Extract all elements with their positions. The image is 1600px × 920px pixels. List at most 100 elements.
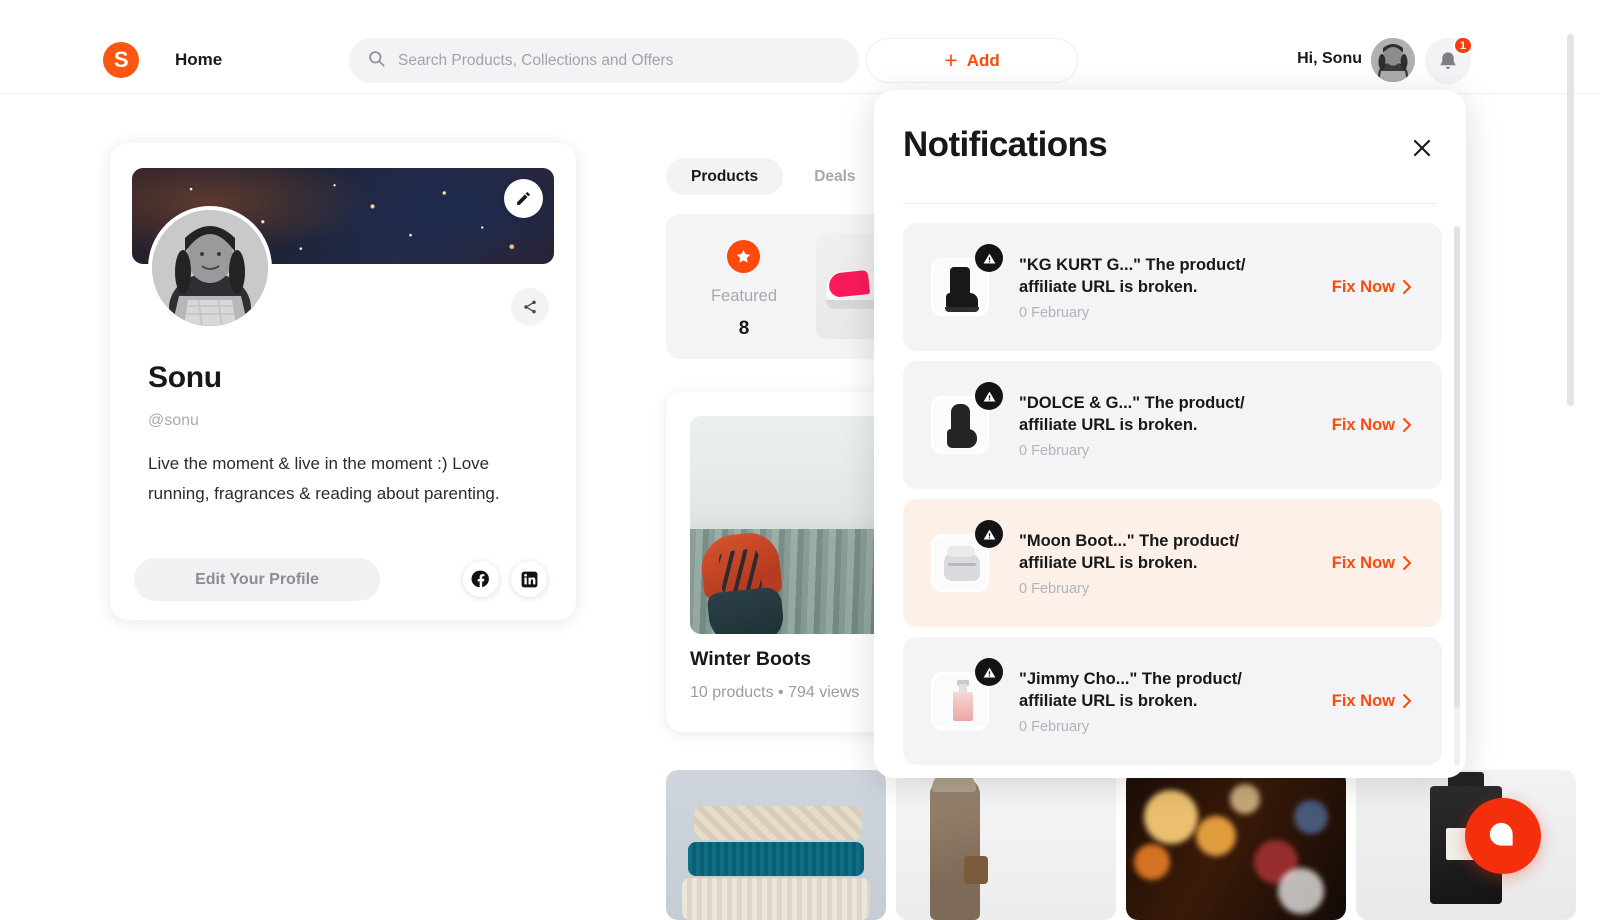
notification-message-line1: "Jimmy Cho..." The product/: [1019, 669, 1242, 688]
add-button[interactable]: + Add: [866, 38, 1078, 83]
notification-message-line2: affiliate URL is broken.: [1019, 415, 1198, 434]
notification-text: "Jimmy Cho..." The product/ affiliate UR…: [1019, 668, 1332, 735]
avatar[interactable]: [1371, 38, 1415, 82]
hiking-boot-left: [698, 530, 788, 634]
edit-profile-button[interactable]: Edit Your Profile: [134, 558, 380, 601]
search-input[interactable]: [398, 51, 841, 70]
linkedin-icon: [521, 571, 537, 587]
notification-item[interactable]: "Moon Boot..." The product/ affiliate UR…: [903, 499, 1442, 627]
warning-icon: [975, 658, 1003, 686]
user-greeting: Hi, Sonu: [1297, 50, 1362, 67]
notification-date: 0 February: [1019, 442, 1090, 459]
profile-name: Sonu: [148, 361, 222, 394]
share-icon: [524, 300, 536, 314]
fix-now-button[interactable]: Fix Now: [1332, 416, 1412, 435]
fix-now-button[interactable]: Fix Now: [1332, 278, 1412, 297]
notification-message-line1: "DOLCE & G..." The product/: [1019, 393, 1245, 412]
product-image-strip: [666, 770, 1586, 920]
warning-icon: [975, 520, 1003, 548]
app-root: S Home + Add Hi, Sonu: [0, 0, 1600, 920]
notification-message: "DOLCE & G..." The product/ affiliate UR…: [1019, 392, 1269, 436]
notification-item[interactable]: "Jimmy Cho..." The product/ affiliate UR…: [903, 637, 1442, 765]
search-icon: [367, 49, 386, 73]
warning-icon: [975, 382, 1003, 410]
collection-meta: 10 products • 794 views: [690, 684, 860, 701]
strip-item-knitted-sweaters[interactable]: [666, 770, 886, 920]
notification-thumb-wrapper: [931, 520, 1003, 592]
top-navigation-bar: S Home + Add Hi, Sonu: [0, 0, 1600, 94]
notification-message: "KG KURT G..." The product/ affiliate UR…: [1019, 254, 1269, 298]
strip-item-woman-in-coat[interactable]: [896, 770, 1116, 920]
profile-avatar-image: [152, 210, 268, 326]
notification-item[interactable]: "DOLCE & G..." The product/ affiliate UR…: [903, 361, 1442, 489]
profile-bio: Live the moment & live in the moment :) …: [148, 454, 500, 503]
linkedin-link[interactable]: [511, 561, 547, 597]
facebook-link[interactable]: [463, 561, 499, 597]
search-bar[interactable]: [349, 38, 859, 83]
notification-message-line1: "KG KURT G..." The product/: [1019, 255, 1246, 274]
facebook-icon: [471, 570, 489, 588]
notification-message-line1: "Moon Boot..." The product/: [1019, 531, 1240, 550]
star-icon: [727, 240, 760, 273]
content-tabs: Products Deals: [666, 158, 881, 195]
avatar-image: [1371, 38, 1415, 82]
notification-date: 0 February: [1019, 718, 1090, 735]
chat-bubble-icon: [1489, 822, 1513, 846]
notifications-scrollbar-thumb[interactable]: [1454, 226, 1460, 708]
app-logo-letter: S: [113, 47, 129, 72]
warning-triangle-glyph: [983, 667, 995, 677]
collection-title: Winter Boots: [690, 648, 812, 670]
notification-thumb-wrapper: [931, 658, 1003, 730]
notifications-panel: Notifications "KG KURT G..." The product…: [874, 90, 1466, 778]
star-glyph: [736, 249, 751, 263]
notifications-badge-count: 1: [1452, 36, 1473, 55]
notification-text: "DOLCE & G..." The product/ affiliate UR…: [1019, 392, 1332, 459]
notification-item[interactable]: "KG KURT G..." The product/ affiliate UR…: [903, 223, 1442, 351]
notification-message-line2: affiliate URL is broken.: [1019, 553, 1198, 572]
notification-date: 0 February: [1019, 580, 1090, 597]
profile-avatar[interactable]: [148, 206, 272, 330]
warning-triangle-glyph: [983, 529, 995, 539]
chevron-right-icon: [1403, 694, 1411, 708]
pencil-icon: [517, 192, 530, 205]
chevron-right-icon: [1403, 418, 1411, 432]
warning-icon: [975, 244, 1003, 272]
chat-support-button[interactable]: [1465, 798, 1541, 874]
chevron-right-icon: [1403, 280, 1411, 294]
warning-triangle-glyph: [983, 391, 995, 401]
share-profile-button[interactable]: [511, 288, 549, 326]
notifications-title: Notifications: [903, 125, 1108, 164]
notification-message-line2: affiliate URL is broken.: [1019, 691, 1198, 710]
notification-text: "Moon Boot..." The product/ affiliate UR…: [1019, 530, 1332, 597]
page-scrollbar-thumb[interactable]: [1567, 34, 1574, 406]
tab-products[interactable]: Products: [666, 158, 784, 195]
tab-deals[interactable]: Deals: [789, 158, 880, 195]
profile-handle: @sonu: [148, 412, 199, 429]
notification-message: "Jimmy Cho..." The product/ affiliate UR…: [1019, 668, 1269, 712]
featured-count: 8: [738, 318, 750, 339]
notifications-divider: [903, 203, 1437, 204]
fix-now-label: Fix Now: [1331, 277, 1395, 296]
add-button-label: Add: [966, 50, 1000, 70]
notification-text: "KG KURT G..." The product/ affiliate UR…: [1019, 254, 1332, 321]
notification-message-line2: affiliate URL is broken.: [1019, 277, 1198, 296]
profile-card: Sonu @sonu Live the moment & live in the…: [110, 143, 576, 620]
notifications-list[interactable]: "KG KURT G..." The product/ affiliate UR…: [874, 215, 1466, 778]
nav-item-home[interactable]: Home: [175, 50, 222, 70]
notification-thumb-wrapper: [931, 382, 1003, 454]
edit-cover-button[interactable]: [504, 179, 543, 218]
fix-now-label: Fix Now: [1331, 691, 1395, 710]
app-logo[interactable]: S: [103, 42, 139, 78]
bell-icon: [1440, 52, 1456, 69]
chevron-right-icon: [1403, 556, 1411, 570]
strip-item-bokeh-lights[interactable]: [1126, 770, 1346, 920]
fix-now-button[interactable]: Fix Now: [1332, 692, 1412, 711]
close-icon: [1413, 139, 1431, 157]
fix-now-label: Fix Now: [1331, 553, 1395, 572]
notification-message: "Moon Boot..." The product/ affiliate UR…: [1019, 530, 1269, 574]
plus-icon: +: [944, 47, 958, 73]
fix-now-label: Fix Now: [1331, 415, 1395, 434]
warning-triangle-glyph: [983, 253, 995, 263]
close-notifications-button[interactable]: [1408, 134, 1436, 162]
fix-now-button[interactable]: Fix Now: [1332, 554, 1412, 573]
